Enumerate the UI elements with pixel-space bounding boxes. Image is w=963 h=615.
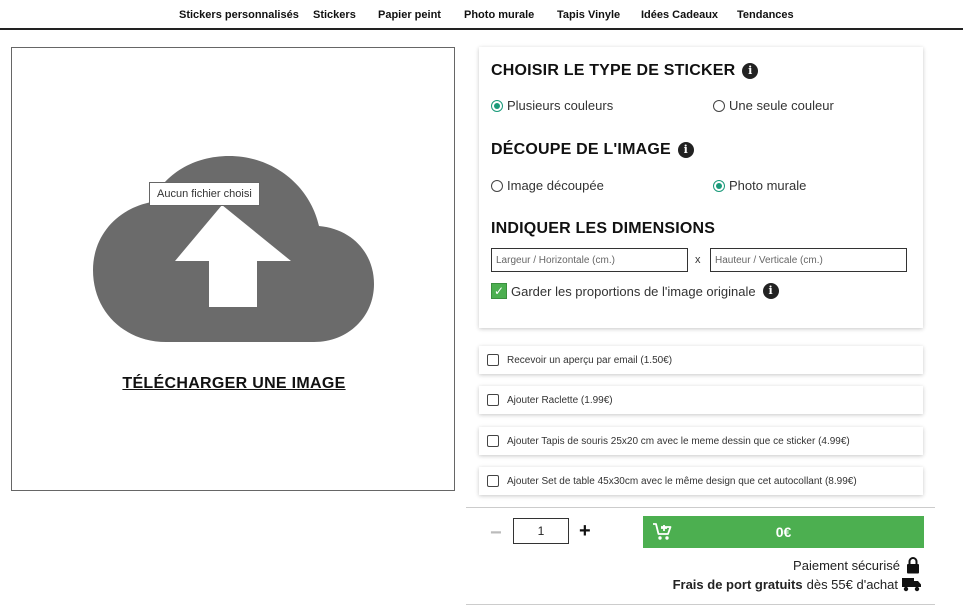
cut-title: DÉCOUPE DE L'IMAGE — [491, 141, 671, 158]
free-shipping-bold: Frais de port gratuits — [672, 577, 803, 592]
addon-email-preview[interactable]: Recevoir un aperçu par email (1.50€) — [479, 346, 923, 374]
nav-item-tapis-vinyle[interactable]: Tapis Vinyle — [557, 9, 620, 21]
nav-item-idees-cadeaux[interactable]: Idées Cadeaux — [641, 9, 718, 21]
free-shipping-rest: dès 55€ d'achat — [806, 577, 898, 592]
info-icon[interactable]: i — [762, 283, 779, 299]
nav-item-tendances[interactable]: Tendances — [737, 9, 794, 21]
free-shipping-note: Frais de port gratuits dès 55€ d'achat — [673, 577, 922, 592]
nav-item-photo-murale[interactable]: Photo murale — [464, 9, 534, 21]
addon-raclette[interactable]: Ajouter Raclette (1.99€) — [479, 386, 923, 414]
cut-radio-group: Image découpée Photo murale — [491, 178, 911, 194]
top-navigation: Stickers personnalisés Stickers Papier p… — [0, 0, 963, 30]
sticker-type-title: CHOISIR LE TYPE DE STICKER — [491, 62, 736, 79]
radio-indicator[interactable] — [491, 179, 503, 192]
checkmark-icon[interactable]: ✓ — [491, 283, 507, 299]
addon-label: Ajouter Raclette (1.99€) — [507, 394, 613, 406]
secure-payment-note: Paiement sécurisé — [793, 557, 920, 574]
dimensions-title: INDIQUER LES DIMENSIONS — [491, 220, 716, 237]
addon-label: Ajouter Tapis de souris 25x20 cm avec le… — [507, 435, 850, 447]
sticker-type-heading: CHOISIR LE TYPE DE STICKER i — [491, 62, 759, 80]
sticker-type-radio-group: Plusieurs couleurs Une seule couleur — [491, 98, 911, 114]
secure-payment-label: Paiement sécurisé — [793, 558, 900, 573]
addon-label: Ajouter Set de table 45x30cm avec le mêm… — [507, 475, 857, 487]
dimension-separator: x — [695, 254, 701, 266]
addon-checkbox[interactable] — [487, 435, 499, 447]
addon-checkbox[interactable] — [487, 475, 499, 487]
sticker-options-card: CHOISIR LE TYPE DE STICKER i Plusieurs c… — [479, 47, 923, 328]
radio-label: Image découpée — [507, 178, 604, 193]
quantity-input[interactable] — [513, 518, 569, 544]
keep-ratio-checkbox[interactable]: ✓ Garder les proportions de l'image orig… — [491, 283, 779, 299]
radio-plusieurs-couleurs[interactable]: Plusieurs couleurs — [491, 98, 613, 113]
increase-quantity-button[interactable]: + — [579, 520, 591, 543]
radio-label: Plusieurs couleurs — [507, 98, 614, 113]
nav-item-stickers-personnalises[interactable]: Stickers personnalisés — [179, 9, 299, 21]
radio-image-decoupee[interactable]: Image découpée — [491, 178, 604, 193]
lock-icon — [907, 557, 919, 574]
cart-price: 0€ — [775, 524, 792, 540]
image-upload-dropzone[interactable]: Aucun fichier choisi TÉLÉCHARGER UNE IMA… — [11, 47, 455, 491]
radio-indicator[interactable] — [713, 99, 725, 112]
addon-mousepad[interactable]: Ajouter Tapis de souris 25x20 cm avec le… — [479, 427, 923, 455]
radio-label: Photo murale — [729, 178, 807, 193]
radio-une-seule-couleur[interactable]: Une seule couleur — [713, 98, 834, 113]
radio-photo-murale[interactable]: Photo murale — [713, 178, 806, 193]
decrease-quantity-button[interactable]: − — [490, 522, 502, 545]
addon-label: Recevoir un aperçu par email (1.50€) — [507, 354, 673, 366]
radio-selected-indicator[interactable] — [491, 99, 503, 112]
radio-label: Une seule couleur — [729, 98, 834, 113]
addon-checkbox[interactable] — [487, 394, 499, 406]
addon-placemat[interactable]: Ajouter Set de table 45x30cm avec le mêm… — [479, 467, 923, 495]
nav-item-stickers[interactable]: Stickers — [313, 9, 356, 21]
divider — [466, 507, 935, 508]
addon-checkbox[interactable] — [487, 354, 499, 366]
info-icon[interactable]: i — [677, 142, 694, 158]
upload-image-link[interactable]: TÉLÉCHARGER UNE IMAGE — [12, 375, 456, 393]
nav-item-papier-peint[interactable]: Papier peint — [378, 9, 441, 21]
width-input[interactable] — [491, 248, 688, 272]
file-status-tooltip: Aucun fichier choisi — [149, 182, 260, 206]
radio-selected-indicator[interactable] — [713, 179, 725, 192]
height-input[interactable] — [710, 248, 907, 272]
truck-icon — [902, 578, 921, 592]
cut-heading: DÉCOUPE DE L'IMAGE i — [491, 141, 694, 159]
keep-ratio-label: Garder les proportions de l'image origin… — [511, 283, 756, 299]
info-icon[interactable]: i — [742, 63, 759, 79]
divider — [466, 604, 935, 605]
add-to-cart-button[interactable]: 0€ — [643, 516, 924, 548]
